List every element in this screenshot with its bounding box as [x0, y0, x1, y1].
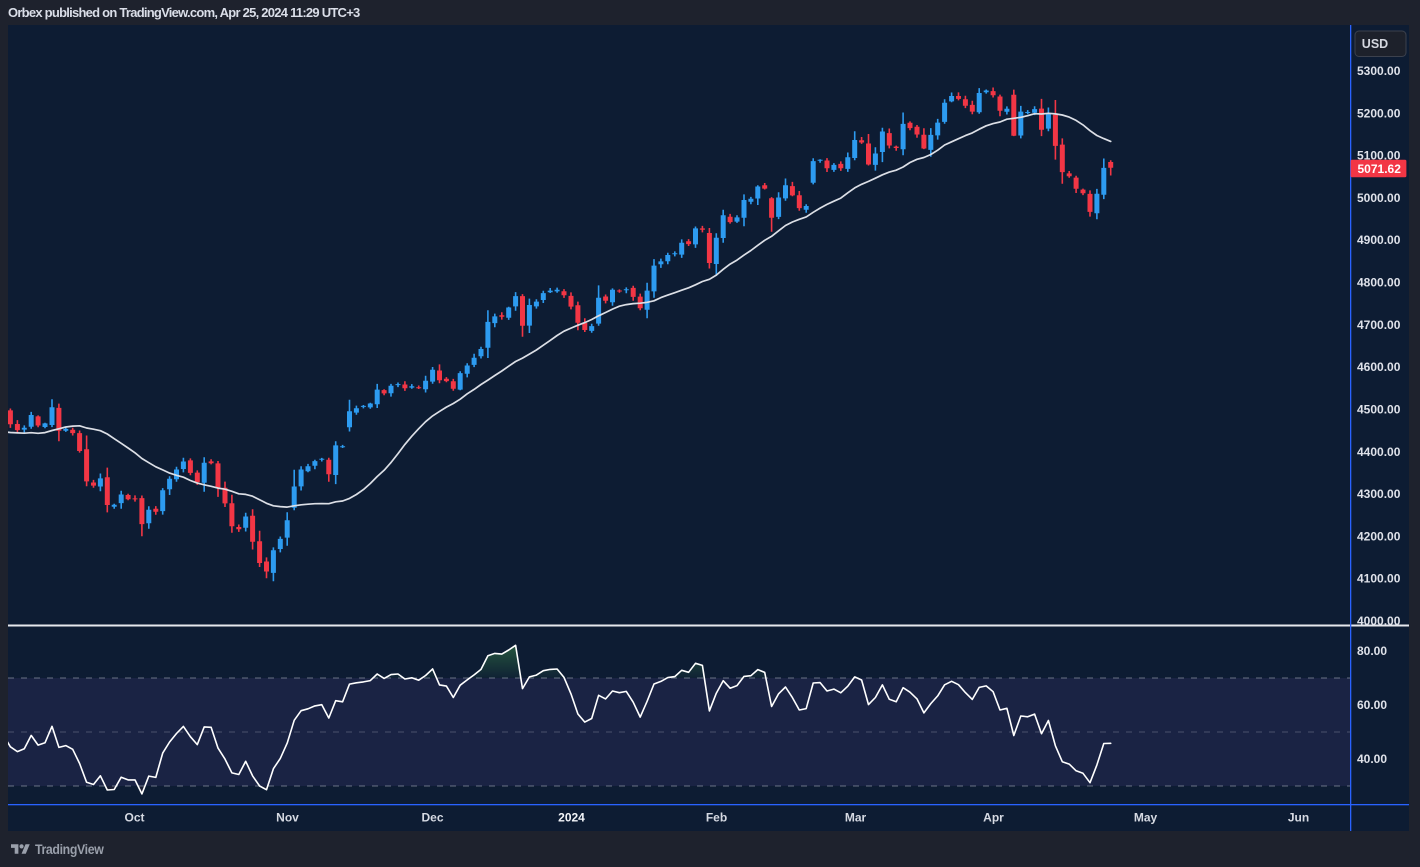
svg-text:4700.00: 4700.00 [1357, 318, 1401, 332]
svg-text:5000.00: 5000.00 [1357, 191, 1401, 205]
svg-text:5071.62: 5071.62 [1358, 162, 1402, 176]
svg-text:2024: 2024 [558, 811, 585, 825]
svg-text:4500.00: 4500.00 [1357, 403, 1401, 417]
svg-text:Nov: Nov [276, 811, 299, 825]
svg-text:4600.00: 4600.00 [1357, 360, 1401, 374]
svg-text:5300.00: 5300.00 [1357, 64, 1401, 78]
svg-text:40.00: 40.00 [1357, 752, 1387, 766]
svg-text:Jun: Jun [1288, 811, 1309, 825]
svg-text:Mar: Mar [845, 811, 867, 825]
svg-text:4400.00: 4400.00 [1357, 445, 1401, 459]
svg-text:May: May [1134, 811, 1158, 825]
svg-text:Apr: Apr [983, 811, 1004, 825]
svg-text:60.00: 60.00 [1357, 698, 1387, 712]
svg-text:USD: USD [1362, 37, 1388, 51]
svg-text:4200.00: 4200.00 [1357, 529, 1401, 543]
svg-text:Oct: Oct [124, 811, 144, 825]
svg-text:Feb: Feb [706, 811, 727, 825]
svg-text:4000.00: 4000.00 [1357, 614, 1401, 628]
svg-text:5200.00: 5200.00 [1357, 106, 1401, 120]
svg-text:80.00: 80.00 [1357, 644, 1387, 658]
svg-text:4900.00: 4900.00 [1357, 233, 1401, 247]
svg-text:4300.00: 4300.00 [1357, 487, 1401, 501]
svg-text:Dec: Dec [421, 811, 443, 825]
svg-text:4800.00: 4800.00 [1357, 276, 1401, 290]
svg-text:4100.00: 4100.00 [1357, 572, 1401, 586]
